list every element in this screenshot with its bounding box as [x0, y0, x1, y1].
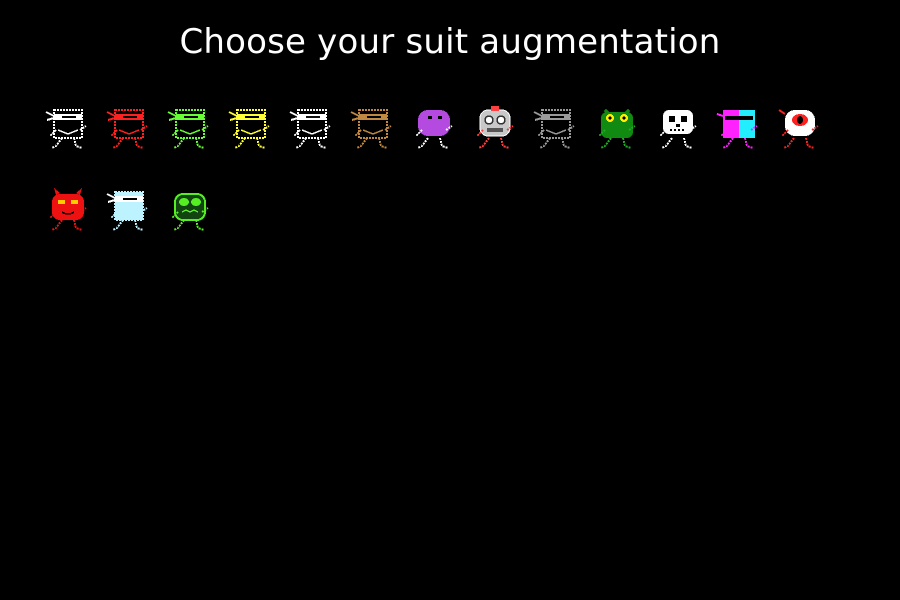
yellow-ninja-sprite-icon — [228, 109, 270, 149]
suit-selection-screen: Choose your suit augmentation — [0, 0, 900, 600]
black-ninja-sprite-icon — [289, 109, 331, 149]
suit-option-green-frog[interactable] — [593, 104, 641, 154]
red-ninja-sprite-icon — [106, 109, 148, 149]
suit-grid — [44, 104, 864, 236]
suit-option-cyclops[interactable] — [776, 104, 824, 154]
suit-option-robot[interactable] — [471, 104, 519, 154]
screen-title: Choose your suit augmentation — [179, 22, 721, 62]
suit-option-white-ninja[interactable] — [44, 104, 92, 154]
robot-sprite-icon — [476, 106, 514, 149]
suit-option-skeleton[interactable] — [654, 104, 702, 154]
suit-option-red-devil[interactable] — [44, 186, 92, 236]
green-ninja-sprite-icon — [167, 109, 209, 149]
suit-option-magenta-cyan[interactable] — [715, 104, 763, 154]
suit-option-yellow-ninja[interactable] — [227, 104, 275, 154]
cyclops-sprite-icon — [778, 109, 819, 149]
suit-option-black-ninja[interactable] — [288, 104, 336, 154]
suit-option-green-ninja[interactable] — [166, 104, 214, 154]
grey-ninja-sprite-icon — [533, 109, 575, 149]
red-devil-sprite-icon — [49, 188, 87, 231]
suit-option-red-ninja[interactable] — [105, 104, 153, 154]
skeleton-sprite-icon — [659, 110, 697, 149]
white-ninja-sprite-icon — [45, 109, 87, 149]
suit-option-light-blue-ninja[interactable] — [105, 186, 153, 236]
suit-option-grey-ninja[interactable] — [532, 104, 580, 154]
purple-blob-sprite-icon — [415, 110, 453, 149]
green-frog-sprite-icon — [598, 108, 636, 149]
suit-option-brown-ninja[interactable] — [349, 104, 397, 154]
green-goblin-sprite-icon — [171, 193, 209, 231]
light-blue-ninja-sprite-icon — [106, 191, 148, 231]
suit-option-green-goblin[interactable] — [166, 186, 214, 236]
brown-ninja-sprite-icon — [350, 109, 392, 149]
magenta-cyan-sprite-icon — [716, 110, 758, 149]
suit-option-purple-blob[interactable] — [410, 104, 458, 154]
